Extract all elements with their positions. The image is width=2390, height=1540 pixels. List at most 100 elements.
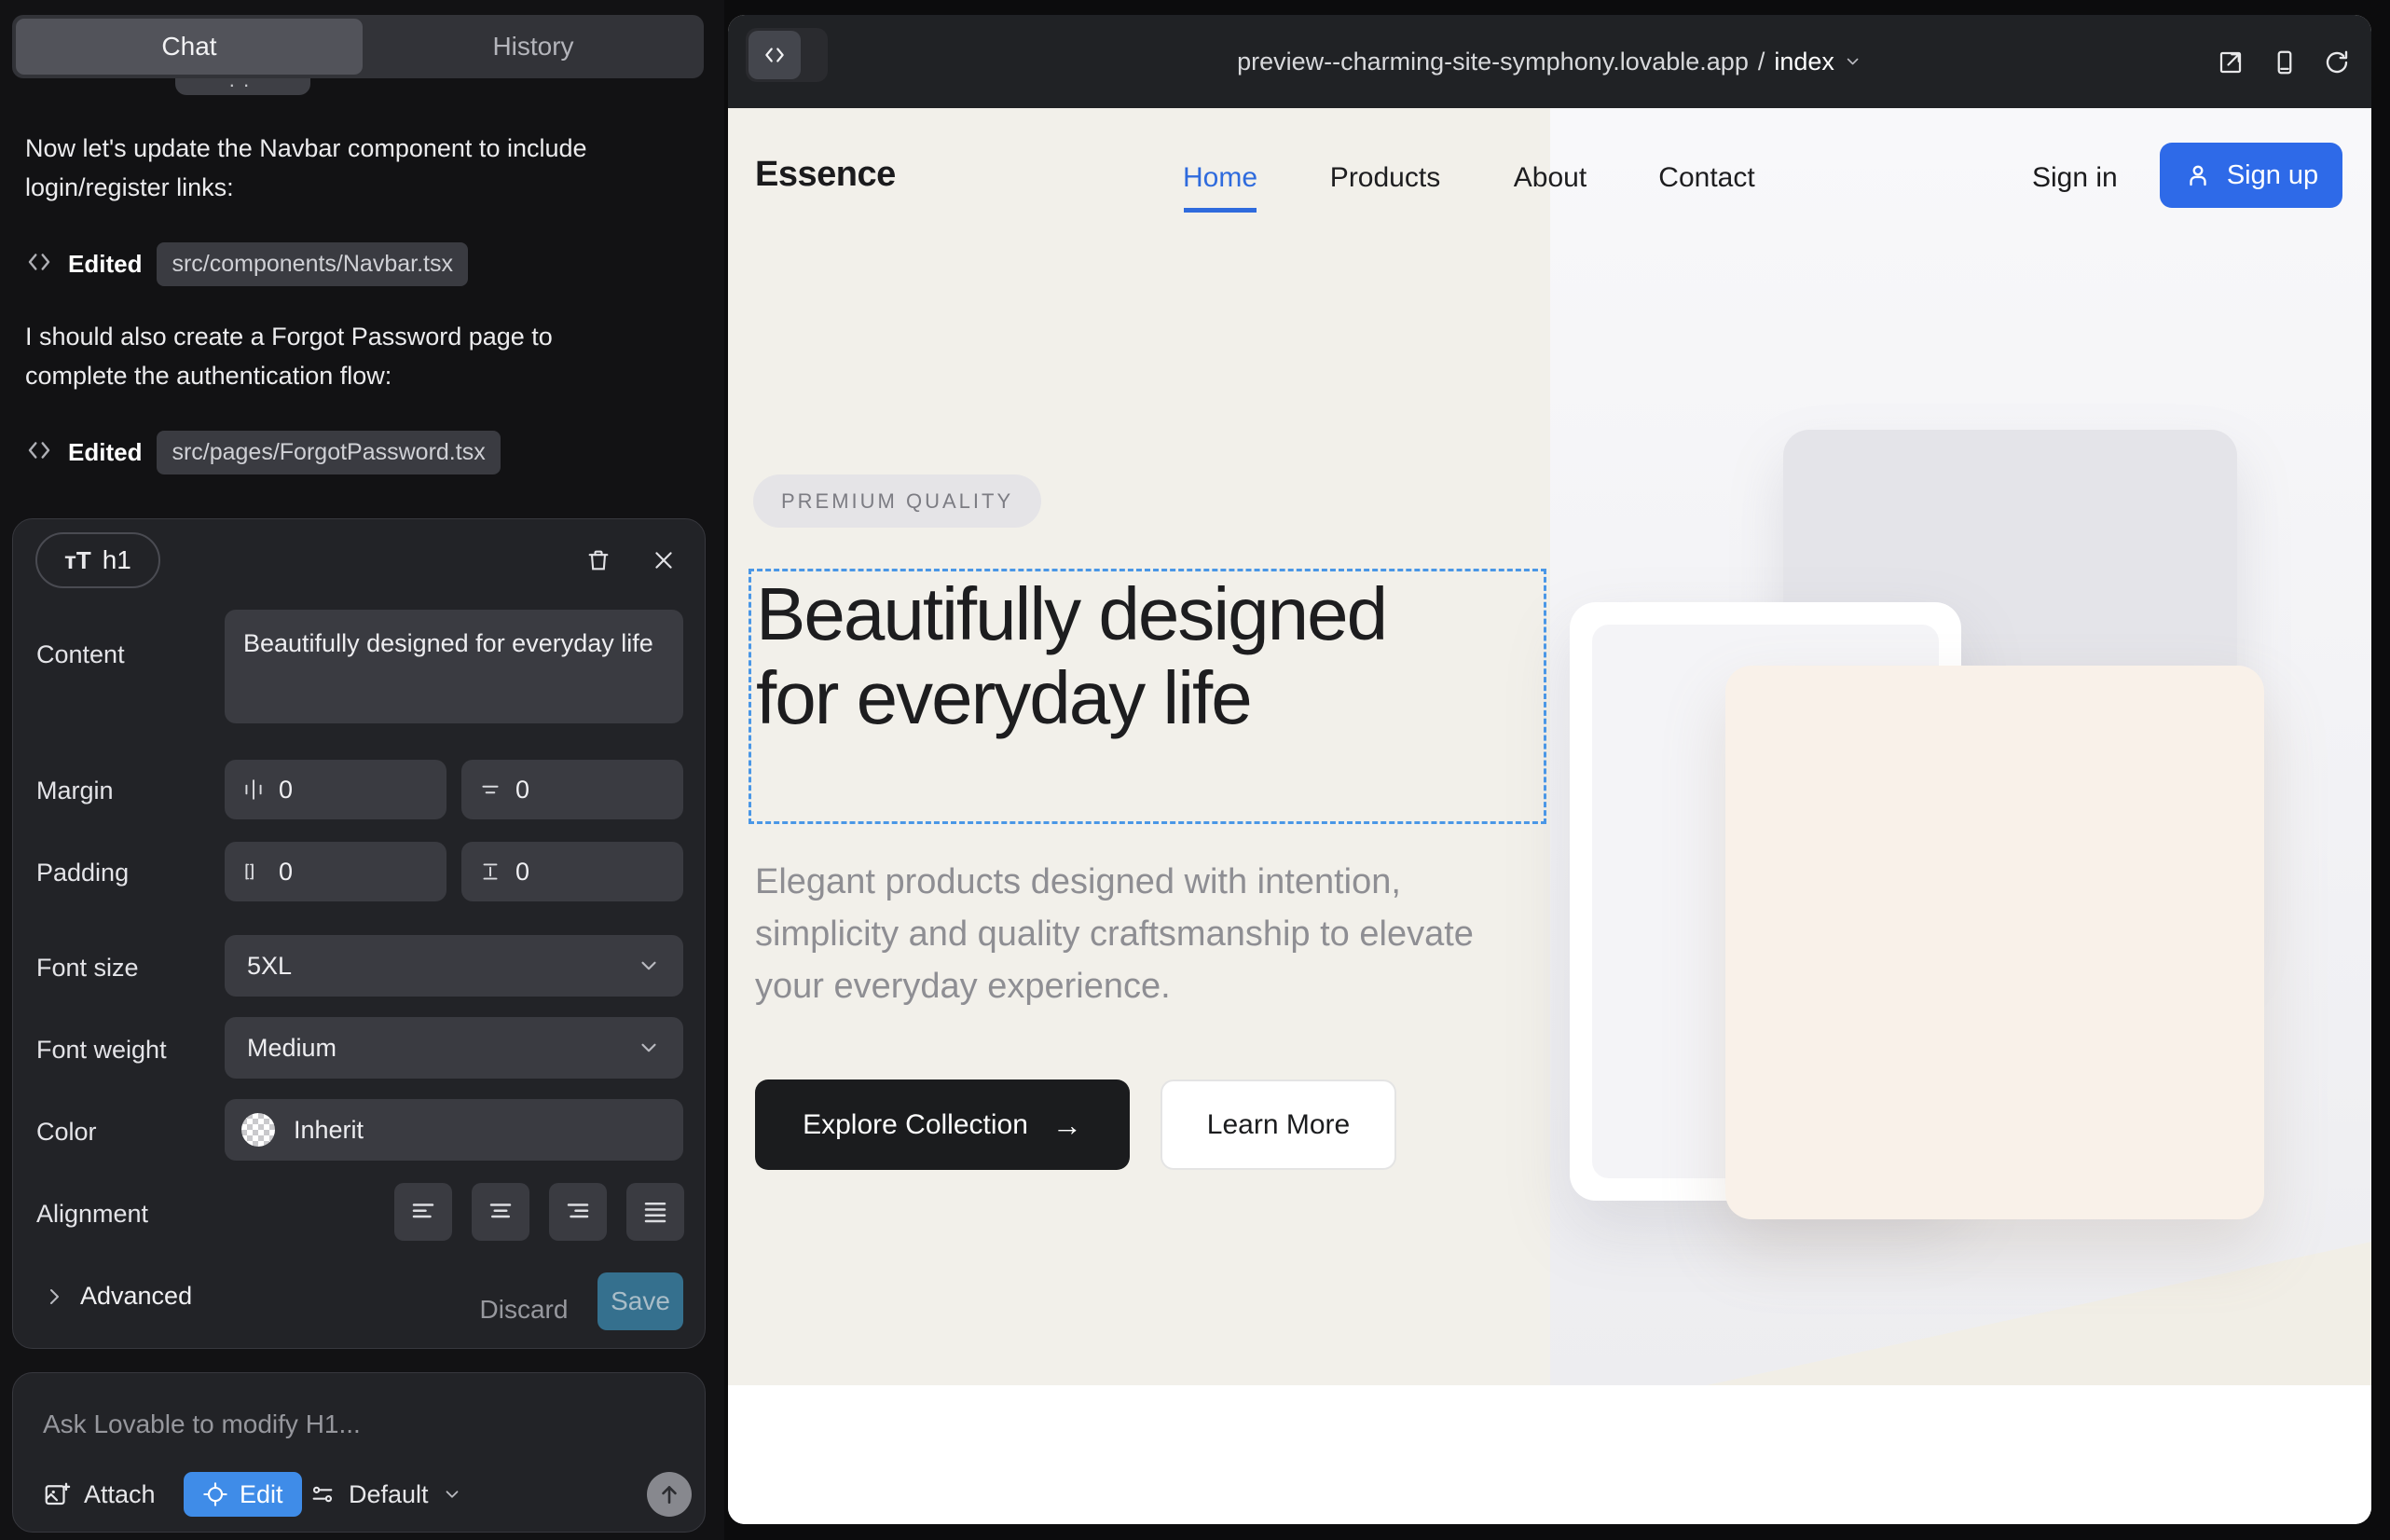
site-logo[interactable]: Essence: [755, 155, 896, 195]
content-textarea[interactable]: Beautifully designed for everyday life: [225, 610, 683, 723]
preview-url-bar[interactable]: preview--charming-site-symphony.lovable.…: [1237, 15, 1862, 108]
padding-vertical-input[interactable]: 0: [461, 842, 683, 901]
nav-link-products[interactable]: Products: [1330, 162, 1440, 194]
send-button[interactable]: [647, 1472, 692, 1517]
url-separator: /: [1758, 48, 1765, 76]
attach-label: Attach: [84, 1480, 156, 1509]
sign-up-label: Sign up: [2227, 160, 2318, 191]
edited-label: Edited: [68, 438, 142, 467]
premium-quality-badge: PREMIUM QUALITY: [753, 474, 1041, 528]
alignment-label: Alignment: [36, 1200, 148, 1229]
open-in-new-tab-button[interactable]: [2214, 46, 2247, 79]
code-view-toggle[interactable]: [746, 28, 828, 82]
align-right-button[interactable]: [549, 1183, 607, 1241]
margin-horizontal-icon: [241, 777, 266, 802]
margin-horizontal-input[interactable]: 0: [225, 760, 446, 819]
sliders-icon: [309, 1481, 336, 1507]
site-preview-window: preview--charming-site-symphony.lovable.…: [728, 15, 2371, 1524]
tab-history[interactable]: History: [363, 15, 704, 78]
padding-vertical-value: 0: [515, 858, 529, 887]
close-icon: [652, 548, 676, 572]
file-chip[interactable]: src/pages/ForgotPassword.tsx: [157, 431, 500, 474]
selected-element-tag-pill[interactable]: тT h1: [35, 532, 160, 588]
margin-horizontal-value: 0: [279, 776, 293, 804]
nav-link-about[interactable]: About: [1514, 162, 1586, 194]
edited-label: Edited: [68, 250, 142, 279]
type-icon: тT: [64, 546, 91, 575]
user-icon: [2184, 161, 2212, 189]
default-label: Default: [349, 1480, 429, 1509]
attach-image-icon: [43, 1480, 71, 1508]
chat-message: Now let's update the Navbar component to…: [25, 129, 603, 207]
padding-vertical-icon: [478, 859, 502, 884]
refresh-icon: [2323, 48, 2351, 76]
target-icon: [202, 1481, 228, 1507]
chevron-down-icon: [442, 1484, 462, 1505]
edited-file-row[interactable]: Edited src/components/Navbar.tsx: [25, 241, 468, 287]
color-swatch: [241, 1113, 275, 1147]
margin-vertical-icon: [478, 777, 502, 802]
code-icon: [749, 31, 801, 79]
trash-icon: [585, 547, 611, 573]
learn-more-button[interactable]: Learn More: [1161, 1079, 1396, 1170]
chat-input[interactable]: [43, 1401, 658, 1448]
align-left-button[interactable]: [394, 1183, 452, 1241]
hero-paragraph: Elegant products designed with intention…: [755, 856, 1510, 1012]
font-size-value: 5XL: [247, 952, 292, 981]
chat-message: I should also create a Forgot Password p…: [25, 317, 603, 395]
advanced-toggle[interactable]: Advanced: [43, 1282, 192, 1311]
preview-page-name: index: [1774, 48, 1834, 76]
attach-button[interactable]: Attach: [43, 1472, 156, 1517]
padding-horizontal-value: 0: [279, 858, 293, 887]
margin-vertical-input[interactable]: 0: [461, 760, 683, 819]
default-model-dropdown[interactable]: Default: [309, 1472, 462, 1517]
smartphone-icon: [2271, 48, 2299, 76]
discard-button[interactable]: Discard: [468, 1282, 580, 1338]
font-weight-select[interactable]: Medium: [225, 1017, 683, 1079]
font-size-label: Font size: [36, 954, 139, 983]
chevron-down-icon: [1844, 52, 1862, 71]
close-panel-button[interactable]: [643, 540, 684, 581]
font-weight-label: Font weight: [36, 1036, 167, 1065]
chevron-down-icon: [637, 1036, 661, 1060]
edited-file-row[interactable]: Edited src/pages/ForgotPassword.tsx: [25, 429, 501, 475]
padding-horizontal-input[interactable]: 0: [225, 842, 446, 901]
color-picker-field[interactable]: Inherit: [225, 1099, 683, 1161]
active-nav-underline: [1184, 208, 1257, 213]
explore-collection-label: Explore Collection: [803, 1109, 1028, 1141]
scrolled-message-pill: ··: [175, 78, 310, 95]
preview-url: preview--charming-site-symphony.lovable.…: [1237, 48, 1749, 76]
ellipsis-dots: ··: [228, 78, 257, 91]
element-editor-panel: тT h1 Content Beautifully designed for e…: [12, 518, 706, 1349]
advanced-label: Advanced: [80, 1282, 192, 1311]
hero-heading[interactable]: Beautifully designed for everyday life: [756, 572, 1390, 740]
chat-input-box: Attach Edit Default: [12, 1372, 706, 1533]
padding-label: Padding: [36, 859, 129, 887]
tab-chat[interactable]: Chat: [16, 19, 363, 75]
align-justify-button[interactable]: [626, 1183, 684, 1241]
align-right-icon: [564, 1198, 592, 1226]
sign-up-button[interactable]: Sign up: [2160, 143, 2342, 208]
nav-link-contact[interactable]: Contact: [1658, 162, 1754, 194]
align-left-icon: [409, 1198, 437, 1226]
decorative-beige-card: [1725, 666, 2264, 1219]
code-icon: [25, 248, 53, 281]
edit-mode-button[interactable]: Edit: [184, 1472, 302, 1517]
margin-label: Margin: [36, 777, 114, 805]
nav-link-home[interactable]: Home: [1183, 162, 1257, 194]
refresh-button[interactable]: [2320, 46, 2354, 79]
delete-element-button[interactable]: [578, 540, 619, 581]
file-chip[interactable]: src/components/Navbar.tsx: [157, 242, 468, 286]
mobile-preview-button[interactable]: [2268, 46, 2301, 79]
align-center-button[interactable]: [472, 1183, 529, 1241]
element-tag-label: h1: [103, 545, 131, 575]
code-icon: [25, 436, 53, 469]
padding-horizontal-icon: [241, 859, 266, 884]
font-size-select[interactable]: 5XL: [225, 935, 683, 997]
external-link-icon: [2217, 48, 2245, 76]
arrow-up-icon: [657, 1482, 681, 1506]
save-button[interactable]: Save: [598, 1272, 683, 1330]
site-next-section: [728, 1385, 2371, 1524]
sign-in-link[interactable]: Sign in: [2032, 162, 2118, 194]
explore-collection-button[interactable]: Explore Collection →: [755, 1079, 1130, 1170]
